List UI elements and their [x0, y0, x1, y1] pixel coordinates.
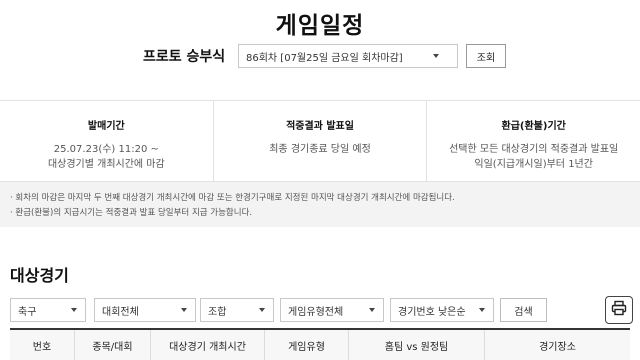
sort-filter-value: 경기번호 낮은순: [398, 306, 466, 318]
combo-filter-value: 조합: [208, 306, 227, 318]
game-type-filter-value: 게임유형전체: [288, 306, 344, 318]
sale-period-title: 발매기간: [87, 121, 125, 132]
section-title: 대상경기: [10, 266, 69, 285]
league-filter-value: 대회전체: [102, 306, 139, 318]
sport-filter-value: 축구: [18, 306, 37, 318]
sport-filter[interactable]: 축구: [10, 298, 86, 322]
notice-box: · 회차의 마감은 마지막 두 번째 대상경기 개최시간에 마감 또는 한경기구…: [0, 182, 640, 227]
query-button[interactable]: 조회: [466, 44, 506, 68]
notice-line: · 환급(환불)의 지급시기는 적중결과 발표 당일부터 지급 가능합니다.: [10, 208, 253, 218]
round-select[interactable]: 86회차 [07월25일 금요일 회차마감]: [238, 44, 458, 68]
column-header[interactable]: 종목/대회: [74, 330, 150, 360]
sort-filter[interactable]: 경기번호 낮은순: [390, 298, 494, 322]
column-header[interactable]: 게임유형: [264, 330, 348, 360]
result-announce-line: 최종 경기종료 당일 예정: [269, 144, 371, 155]
league-filter[interactable]: 대회전체: [94, 298, 196, 322]
notice-text: 회차의 마감은 마지막 두 번째 대상경기 개최시간에 마감 또는 한경기구매로…: [15, 193, 455, 203]
sale-period-info: 발매기간 25.07.23(수) 11:20 ~ 대상경기별 개최시간에 마감: [0, 101, 213, 181]
chevron-down-icon: [71, 308, 77, 312]
round-selector-row: 프로토 승부식 86회차 [07월25일 금요일 회차마감] 조회: [143, 44, 506, 68]
search-button[interactable]: 검색: [500, 298, 547, 322]
result-announce-title: 적중결과 발표일: [286, 121, 354, 132]
print-button[interactable]: [605, 296, 633, 324]
column-header[interactable]: 경기장소: [484, 330, 630, 360]
notice-line: · 회차의 마감은 마지막 두 번째 대상경기 개최시간에 마감 또는 한경기구…: [10, 193, 455, 203]
chevron-down-icon: [181, 308, 187, 312]
sale-period-line: 25.07.23(수) 11:20 ~: [53, 144, 159, 155]
refund-period-line: 익일(지급개시일)부터 1년간: [474, 159, 593, 170]
chevron-down-icon: [259, 308, 265, 312]
page-title: 게임일정: [275, 13, 365, 39]
chevron-down-icon: [433, 54, 439, 58]
notice-text: 환급(환불)의 지급시기는 적중결과 발표 당일부터 지급 가능합니다.: [15, 208, 253, 218]
round-label: 프로토 승부식: [143, 49, 226, 65]
column-header[interactable]: 대상경기 개최시간: [150, 330, 264, 360]
combo-filter[interactable]: 조합: [200, 298, 274, 322]
sale-period-line: 대상경기별 개최시간에 마감: [47, 159, 165, 170]
column-header[interactable]: 번호: [10, 330, 74, 360]
table-header: 번호 종목/대회 대상경기 개최시간 게임유형 홈팀 vs 원정팀 경기장소: [10, 328, 630, 360]
round-select-value: 86회차 [07월25일 금요일 회차마감]: [246, 52, 403, 64]
round-info-band: 발매기간 25.07.23(수) 11:20 ~ 대상경기별 개최시간에 마감 …: [0, 100, 640, 182]
result-announce-info: 적중결과 발표일 최종 경기종료 당일 예정: [212, 101, 427, 181]
chevron-down-icon: [479, 308, 485, 312]
printer-icon: [611, 300, 627, 320]
refund-period-title: 환급(환불)기간: [501, 121, 566, 132]
column-header[interactable]: 홈팀 vs 원정팀: [348, 330, 484, 360]
game-type-filter[interactable]: 게임유형전체: [280, 298, 384, 322]
refund-period-line: 선택한 모든 대상경기의 적중결과 발표일: [449, 144, 619, 155]
refund-period-info: 환급(환불)기간 선택한 모든 대상경기의 적중결과 발표일 익일(지급개시일)…: [426, 101, 640, 181]
chevron-down-icon: [369, 308, 375, 312]
